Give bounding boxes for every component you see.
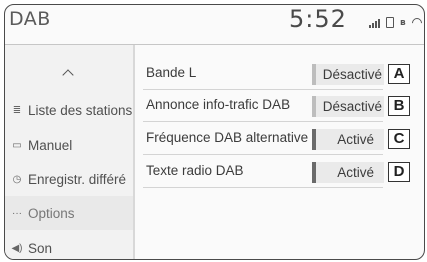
alternative-frequency-toggle[interactable]: Activé <box>312 129 384 150</box>
toggle-state: Activé <box>337 165 374 180</box>
chevron-up-icon <box>62 69 74 81</box>
sidebar-item-sound[interactable]: ◀) Son <box>5 231 133 259</box>
callout-label-b: B <box>388 96 410 116</box>
sidebar-item-station-list[interactable]: ≣ Liste des stations <box>5 93 133 127</box>
toggle-state: Désactivé <box>322 99 382 114</box>
sidebar-item-label: Liste des stations <box>28 102 133 118</box>
sidebar-divider <box>133 45 135 259</box>
setting-label: Fréquence DAB alternative <box>146 130 309 145</box>
radio-text-toggle[interactable]: Activé <box>312 162 384 183</box>
screen-title: DAB <box>9 8 51 30</box>
callout-label-d: D <box>388 162 410 182</box>
more-dots-icon: ··· <box>12 207 22 219</box>
speaker-icon: ◀) <box>11 242 23 254</box>
head-unit-screen: DAB 5:52 ʙ ≣ Liste des stations ▭ Manuel… <box>4 4 425 260</box>
time-shift-icon: ◷ <box>12 173 22 185</box>
sidebar-item-label: Son <box>28 240 53 256</box>
bluetooth-icon: ʙ <box>400 18 406 28</box>
status-bar: ʙ <box>369 15 424 31</box>
sidebar: ≣ Liste des stations ▭ Manuel ◷ Enregist… <box>5 45 135 259</box>
station-list-icon: ≣ <box>12 104 22 116</box>
manual-tune-icon: ▭ <box>12 139 22 151</box>
setting-row-alternative-frequency[interactable]: Fréquence DAB alternative Activé <box>143 124 384 155</box>
toggle-state: Désactivé <box>322 67 382 82</box>
sidebar-item-manual[interactable]: ▭ Manuel <box>5 128 133 162</box>
sidebar-item-label: Manuel <box>28 137 73 153</box>
clock: 5:52 <box>289 5 347 33</box>
toggle-indicator <box>312 64 316 85</box>
setting-row-radio-text[interactable]: Texte radio DAB Activé <box>143 157 384 188</box>
signal-icon <box>369 19 380 28</box>
toggle-indicator <box>312 129 316 150</box>
setting-label: Texte radio DAB <box>146 163 244 178</box>
toggle-state: Activé <box>337 132 374 147</box>
wifi-icon <box>409 15 424 31</box>
traffic-announcement-toggle[interactable]: Désactivé <box>312 96 384 117</box>
sidebar-item-time-shift[interactable]: ◷ Enregistr. différé <box>5 162 133 196</box>
scroll-up-button[interactable] <box>62 67 74 81</box>
sidebar-item-label: Options <box>28 205 75 221</box>
setting-row-traffic-announcement[interactable]: Annonce info-trafic DAB Désactivé <box>143 91 384 122</box>
sidebar-item-label: Enregistr. différé <box>28 171 127 187</box>
setting-label: Annonce info-trafic DAB <box>146 97 291 112</box>
callout-label-a: A <box>388 64 410 84</box>
l-band-toggle[interactable]: Désactivé <box>312 64 384 85</box>
sidebar-item-options[interactable]: ··· Options <box>5 196 135 230</box>
setting-label: Bande L <box>146 65 197 80</box>
phone-battery-icon <box>386 17 394 28</box>
setting-row-l-band[interactable]: Bande L Désactivé <box>143 59 384 90</box>
toggle-indicator <box>312 162 316 183</box>
callout-label-c: C <box>388 129 410 149</box>
toggle-indicator <box>312 96 316 117</box>
